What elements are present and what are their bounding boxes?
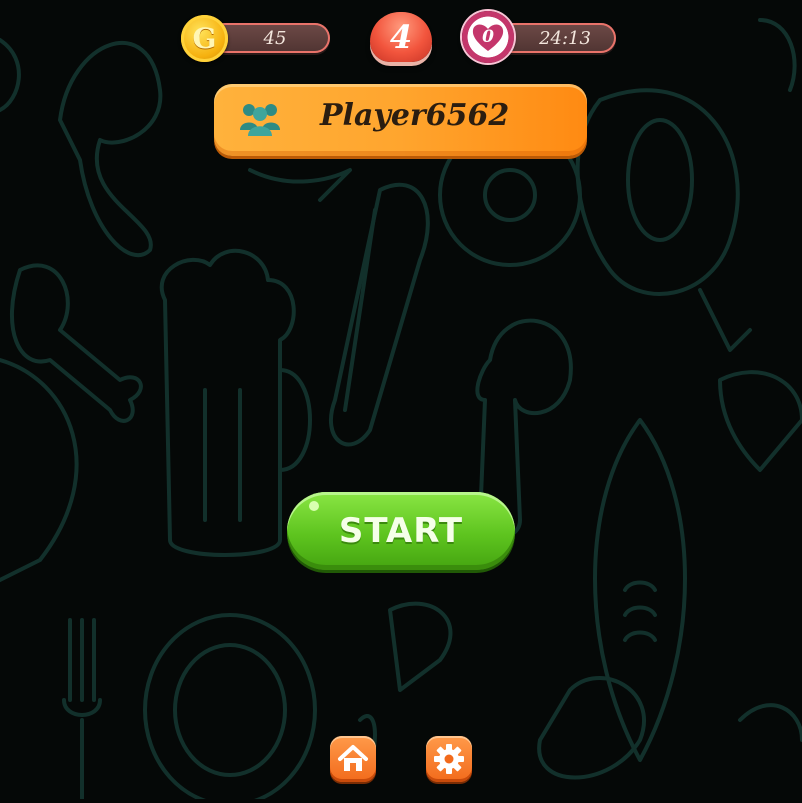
button-shine bbox=[309, 501, 319, 511]
gear-icon bbox=[434, 744, 464, 774]
start-button[interactable]: START bbox=[287, 492, 515, 570]
coin-count: 45 bbox=[263, 27, 287, 49]
coin-symbol: G bbox=[192, 22, 217, 55]
lives-count: 0 bbox=[482, 27, 494, 47]
players-icon bbox=[240, 104, 280, 136]
lives-timer: 24:13 bbox=[496, 23, 616, 53]
home-button[interactable] bbox=[330, 736, 376, 782]
start-label: START bbox=[338, 511, 464, 551]
coin-counter: 45 bbox=[210, 23, 330, 53]
home-icon bbox=[338, 745, 368, 771]
player-banner[interactable]: Player6562 bbox=[214, 84, 587, 156]
level-number: 4 bbox=[389, 18, 413, 56]
player-name: Player6562 bbox=[320, 98, 510, 133]
coin-icon: G bbox=[181, 15, 228, 62]
settings-button[interactable] bbox=[426, 736, 472, 782]
level-badge: 4 bbox=[370, 12, 432, 62]
heart-icon: 0 bbox=[462, 11, 514, 63]
timer-text: 24:13 bbox=[539, 27, 591, 49]
